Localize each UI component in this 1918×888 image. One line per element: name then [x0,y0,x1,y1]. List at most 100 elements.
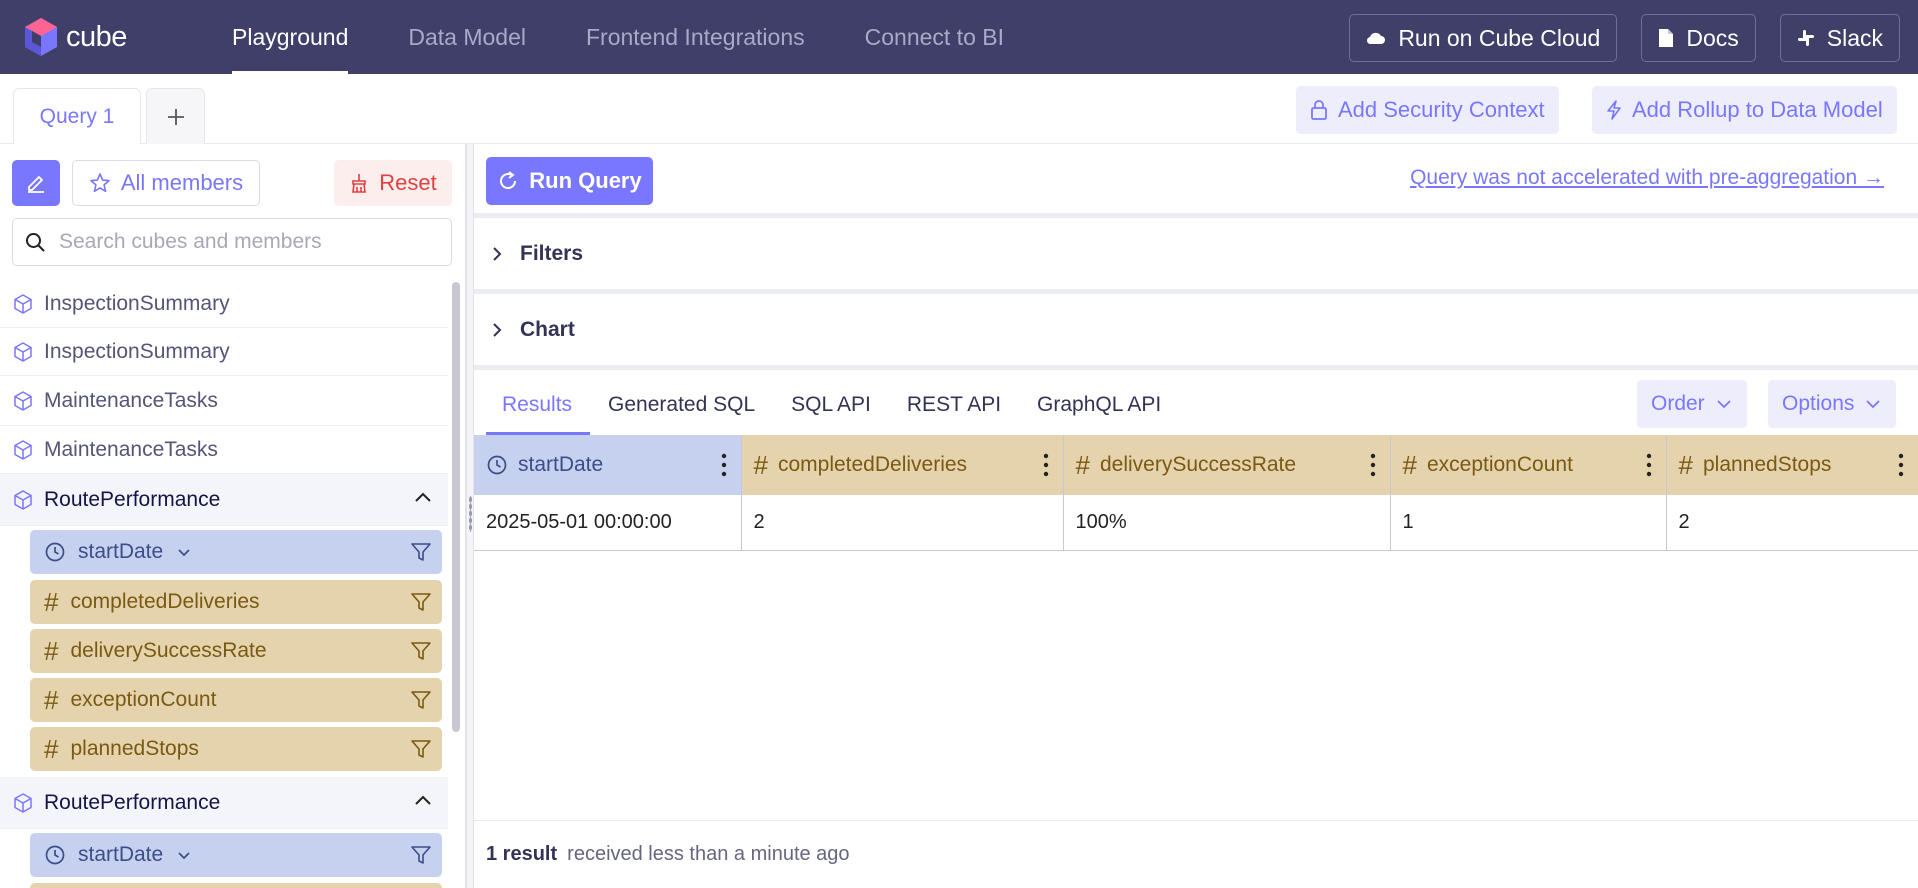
member-label: completedDeliveries [70,590,260,613]
nav-tab-data-model[interactable]: Data Model [378,0,556,74]
filter-icon[interactable] [410,844,432,866]
cube-route-performance[interactable]: RoutePerformance [0,777,448,829]
cube-route-performance[interactable]: RoutePerformance [0,474,448,526]
options-dropdown[interactable]: Options [1768,380,1897,428]
member-search [12,218,452,266]
chart-section[interactable]: Chart [474,294,1918,370]
slack-label: Slack [1826,24,1883,51]
chevron-down-icon[interactable] [175,543,193,561]
slack-button[interactable]: Slack [1779,14,1900,62]
chevron-up-icon[interactable] [412,789,434,811]
nav-tab-frontend-integrations[interactable]: Frontend Integrations [556,0,835,74]
slack-icon [1797,30,1814,46]
member-completed-deliveries[interactable]: # completedDeliveries [30,580,442,624]
column-header-start-date[interactable]: startDate [474,435,742,495]
tab-sql-api[interactable]: SQL API [773,375,889,435]
chevron-up-icon[interactable] [412,486,434,508]
logo-text: cube [66,20,127,53]
order-dropdown[interactable]: Order [1637,380,1747,428]
cube-maintenance-tasks[interactable]: MaintenanceTasks [0,426,448,474]
query-tab-1[interactable]: Query 1 [13,88,141,145]
hash-icon: # [44,635,59,666]
column-label: exceptionCount [1426,453,1573,476]
pre-aggregation-link[interactable]: Query was not accelerated with pre-aggre… [1410,166,1884,190]
cube-name: InspectionSummary [44,339,230,363]
filter-icon[interactable] [410,689,432,711]
cube-inspection-summary[interactable]: InspectionSummary [0,328,448,376]
nav-tab-connect-to-bi[interactable]: Connect to BI [835,0,1034,74]
filter-icon[interactable] [410,738,432,760]
table-cell: 2 [741,495,1064,551]
add-query-tab-button[interactable] [146,88,205,145]
chevron-right-icon [493,322,502,337]
cube-name: MaintenanceTasks [44,437,218,461]
options-label: Options [1782,392,1855,415]
column-header-completed-deliveries[interactable]: # completedDeliveries [741,435,1064,495]
cube-name: MaintenanceTasks [44,388,218,412]
hash-icon: # [1678,449,1693,480]
run-on-cube-cloud-button[interactable]: Run on Cube Cloud [1349,14,1618,62]
received-status: received less than a minute ago [567,843,850,865]
hash-icon: # [1075,449,1090,480]
members-sidebar: All members Reset InspectionSummary Insp… [0,144,466,888]
reset-button[interactable]: Reset [334,160,452,206]
member-delivery-success-rate[interactable]: # deliverySuccessRate [30,629,442,673]
all-members-button[interactable]: All members [72,160,260,206]
cube-maintenance-tasks[interactable]: MaintenanceTasks [0,376,448,426]
star-icon [90,173,110,193]
query-tab-bar: Query 1 Add Security Context Add Rollup … [0,74,1918,145]
chevron-down-icon[interactable] [175,846,193,864]
member-exception-count[interactable]: # exceptionCount [30,678,442,722]
all-members-label: All members [120,170,244,195]
table-cell: 2025-05-01 00:00:00 [474,495,742,551]
hash-icon: # [44,684,59,715]
sidebar-scrollbar[interactable] [452,282,460,732]
docs-label: Docs [1686,24,1739,51]
pencil-icon [28,176,44,193]
tab-rest-api[interactable]: REST API [889,375,1019,435]
table-row: 2025-05-01 00:00:00 2 100% 1 2 [474,495,1918,551]
member-start-date[interactable]: startDate [30,833,442,877]
column-header-exception-count[interactable]: # exceptionCount [1390,435,1667,495]
panel-resizer[interactable] [466,144,474,888]
cube-inspection-summary[interactable]: InspectionSummary [0,280,448,328]
document-icon [1659,29,1674,47]
kebab-menu-icon[interactable] [1370,453,1376,477]
kebab-menu-icon[interactable] [1646,453,1652,477]
member-start-date[interactable]: startDate [30,530,442,574]
cube-icon [14,293,32,314]
column-header-planned-stops[interactable]: # plannedStops [1666,435,1918,495]
search-input[interactable] [57,229,427,255]
run-query-button[interactable]: Run Query [486,157,653,205]
member-label: startDate [78,540,164,563]
add-rollup-button[interactable]: Add Rollup to Data Model [1592,86,1897,134]
member-completed-deliveries[interactable]: # completedDeliveries [30,883,442,888]
table-cell: 2 [1666,495,1918,551]
column-header-delivery-success-rate[interactable]: # deliverySuccessRate [1063,435,1391,495]
run-bar: Run Query Query was not accelerated with… [474,144,1918,218]
docs-button[interactable]: Docs [1641,14,1756,62]
hash-icon: # [1402,449,1417,480]
drag-handle-icon [469,496,472,532]
member-planned-stops[interactable]: # plannedStops [30,727,442,771]
add-security-context-button[interactable]: Add Security Context [1296,86,1559,134]
chart-label: Chart [520,317,575,341]
table-cell: 1 [1390,495,1667,551]
filter-icon[interactable] [410,541,432,563]
edit-mode-button[interactable] [12,160,60,206]
filter-icon[interactable] [410,640,432,662]
tab-graphql-api[interactable]: GraphQL API [1019,375,1179,435]
cloud-icon [1367,32,1386,45]
nav-tab-playground[interactable]: Playground [202,0,378,74]
tab-results[interactable]: Results [474,375,591,435]
kebab-menu-icon[interactable] [1898,453,1904,477]
tab-generated-sql[interactable]: Generated SQL [590,375,773,435]
filter-icon[interactable] [410,591,432,613]
plus-icon [167,109,184,125]
cube-logo[interactable]: cube [22,16,142,58]
filters-section[interactable]: Filters [474,218,1918,294]
hash-icon: # [753,449,768,480]
kebab-menu-icon[interactable] [1043,453,1049,477]
kebab-menu-icon[interactable] [721,453,727,477]
lock-icon [1311,100,1327,120]
